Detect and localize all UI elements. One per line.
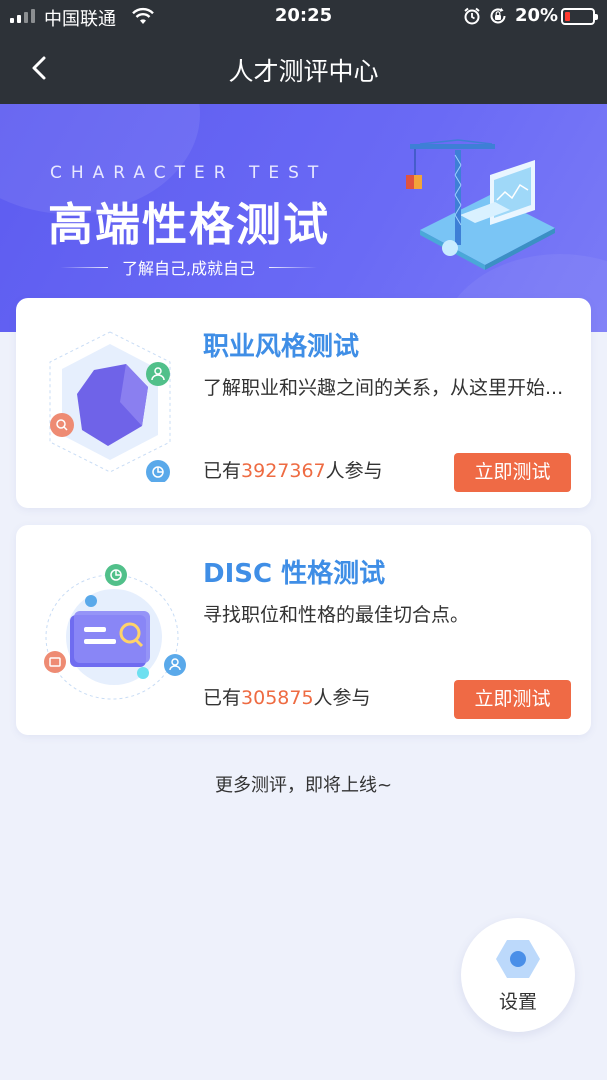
start-test-button[interactable]: 立即测试 [454, 680, 571, 719]
rotation-lock-icon [490, 7, 506, 24]
hexagon-settings-icon [496, 940, 540, 978]
battery-icon [561, 8, 598, 25]
settings-button[interactable]: 设置 [461, 918, 575, 1032]
start-test-button[interactable]: 立即测试 [454, 453, 571, 492]
divider-line [60, 266, 108, 268]
count-suffix: 人参与 [325, 460, 383, 482]
alarm-clock-icon [464, 7, 480, 25]
battery-level-fill [565, 12, 570, 21]
banner-title: 高端性格测试 [48, 198, 331, 251]
test-card-career-style[interactable]: 职业风格测试 了解职业和兴趣之间的关系，从这里开始... 已有3927367人参… [16, 298, 591, 508]
crane-construction-illustration [406, 139, 555, 270]
test-description: 了解职业和兴趣之间的关系，从这里开始... [203, 377, 564, 399]
test-title: 职业风格测试 [203, 332, 360, 362]
count-number: 305875 [241, 687, 314, 709]
count-number: 3927367 [241, 460, 326, 482]
banner-slogan: 了解自己,成就自己 [121, 259, 256, 278]
divider-line [269, 266, 317, 268]
banner-slogan-row: 了解自己,成就自己 [46, 255, 331, 279]
participant-count: 已有3927367人参与 [203, 456, 383, 483]
career-style-illustration [49, 331, 171, 482]
test-description: 寻找职位和性格的最佳切合点。 [203, 604, 470, 626]
page-title: 人才测评中心 [228, 57, 379, 86]
navigation-bar: 人才测评中心 [0, 32, 607, 104]
settings-label: 设置 [498, 991, 537, 1013]
count-prefix: 已有 [203, 460, 242, 482]
test-card-disc[interactable]: DISC 性格测试 寻找职位和性格的最佳切合点。 已有305875人参与 立即测… [16, 525, 591, 735]
participant-count: 已有305875人参与 [203, 683, 371, 710]
banner-subtitle-en: CHARACTER TEST [50, 163, 328, 183]
coming-soon-text: 更多测评，即将上线~ [214, 775, 393, 796]
status-bar: 中国联通 20:25 20% [0, 0, 607, 32]
disc-test-illustration [44, 564, 186, 700]
battery-percent: 20% [515, 5, 559, 26]
count-suffix: 人参与 [313, 687, 371, 709]
test-title: DISC 性格测试 [203, 559, 386, 589]
count-prefix: 已有 [203, 687, 242, 709]
